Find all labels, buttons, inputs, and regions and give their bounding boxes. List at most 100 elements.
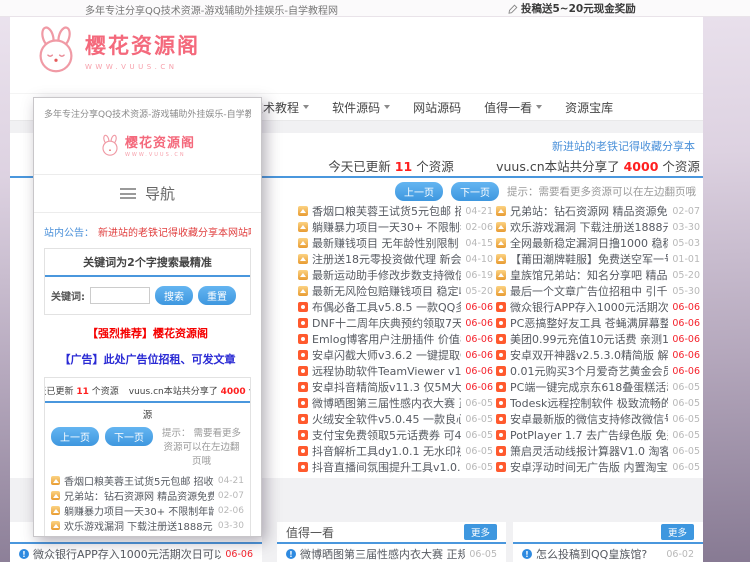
submit-reward-link[interactable]: 投稿送5~20元现金奖励 (508, 1, 636, 16)
list-item[interactable]: 怎么投稿到QQ皇族馆?06-02 (522, 546, 694, 562)
item-title: Emlog博客用户注册插件 价值80元免费分享 (312, 331, 461, 347)
list-item[interactable]: Todesk远程控制软件 极致流畅的远程协助工具06-05 (496, 395, 700, 411)
list-item[interactable]: PC恶搞整好友工具 苍蝇满屏幕整蛊专家 效06-06 (496, 315, 700, 331)
list-item[interactable]: 箫启灵活动线报计算器V1.0 淘客必备的一款软06-05 (496, 443, 700, 459)
nav-item-site-source[interactable]: 网站源码 (413, 99, 461, 116)
list-item[interactable]: 躺赚暴力项目一天30+ 不限制年龄抓紧上车02-06 (298, 219, 493, 235)
list-item[interactable]: 【莆田潮牌鞋服】免费送空军一号匡威1970s 01-01 (496, 251, 700, 267)
popup-promo-recommend[interactable]: 【强烈推荐】樱花资源阁 (44, 325, 251, 341)
popup-promo-ad[interactable]: 【广告】此处广告位招租、可发文章 (44, 351, 251, 367)
list-item[interactable]: 香烟口粮芙蓉王试货5元包邮 招收代理04-21 (298, 203, 493, 219)
list-item[interactable]: 香烟口粮芙蓉王试货5元包邮 招收代理04-21 (51, 473, 244, 488)
keyword-input[interactable] (90, 287, 150, 304)
popup-nav-toggle[interactable]: 导航 (44, 175, 251, 212)
list-item[interactable]: 最新运动助手修改步数支持微信QQ+ZFB步06-19 (298, 267, 493, 283)
item-title: 火绒安全软件v5.0.45 一款良心的国产安全软件 (312, 411, 461, 427)
notice-text: 新进站的老铁记得收藏分享本网站哦！ (98, 224, 251, 239)
popup-stats-line1: 今天已更新 11 个资源 vuus.cn本站共分享了 4000 个资 (45, 378, 250, 403)
list-item[interactable]: 微众银行APP存入1000元活期次日可以获得无门06-06 (19, 546, 253, 562)
list-item[interactable]: DNF十二周年庆典预约领取7天黑钻 回归用户06-06 (298, 315, 493, 331)
nav-item-worth-reading[interactable]: 值得一看 (484, 99, 542, 116)
list-item[interactable]: 支付宝免费领取5元话费券 可45元充值三网5006-05 (298, 427, 493, 443)
list-item[interactable]: 远程协助软件TeamViewer v11 单文件版 方便06-06 (298, 363, 493, 379)
list-item[interactable]: 安卓闪截大师v3.6.2 一键提取QQ好友发的闪照06-06 (298, 347, 493, 363)
pin-icon (51, 506, 60, 515)
list-item[interactable]: PotPlayer 1.7 去广告绿色版 免费全能影音播06-05 (496, 427, 700, 443)
item-date: 06-05 (672, 414, 700, 425)
notice-marquee-link[interactable]: 新进站的老铁记得收藏分享本 (552, 138, 695, 154)
search-button[interactable]: 搜索 (155, 286, 193, 305)
list-item[interactable]: 微博晒图第三届性感内衣大赛 正规美图等你欣赏06-05 (286, 546, 497, 562)
list-item[interactable]: 安卓双开神器v2.5.3.0精简版 解决多账号切换06-06 (496, 347, 700, 363)
list-item[interactable]: 火绒安全软件v5.0.45 一款良心的国产安全软件06-05 (298, 411, 493, 427)
item-title: 躺赚暴力项目一天30+ 不限制年龄抓紧上 (64, 503, 214, 518)
item-title: PC端一键完成京东618叠蛋糕活动任务工具 (510, 379, 668, 395)
prev-page-button[interactable]: 上一页 (51, 427, 99, 446)
chevron-down-icon (536, 105, 542, 109)
item-date: 06-06 (672, 302, 700, 313)
logo-text: 樱花资源阁 WWW.VUUS.CN (85, 30, 200, 71)
popup-site-name: 樱花资源阁 (125, 132, 195, 151)
list-item[interactable]: Emlog博客用户注册插件 价值80元免费分享06-06 (298, 331, 493, 347)
list-item[interactable]: 美团0.99元充值10元话费 亲测10元话费秒到06-06 (496, 331, 700, 347)
popup-logo[interactable]: 樱花资源阁 WWW.VUUS.CN (44, 132, 251, 158)
bottom-card-left-list: 微众银行APP存入1000元活期次日可以获得无门06-06 (10, 544, 262, 562)
item-title: 安卓双开神器v2.5.3.0精简版 解决多账号切换 (510, 347, 668, 363)
more-button[interactable]: 更多 (661, 524, 694, 540)
item-date: 06-06 (672, 318, 700, 329)
item-date: 04-21 (218, 476, 244, 486)
list-item[interactable]: 兄弟站：钻石资源网 精品资源免费分享基02-07 (51, 488, 244, 503)
new-icon (496, 318, 506, 328)
new-icon (298, 414, 308, 424)
new-icon (496, 414, 506, 424)
item-title: 微博晒图第三届性感内衣大赛 正规美图等你欣 (312, 395, 461, 411)
prev-page-button[interactable]: 上一页 (395, 182, 443, 201)
list-item[interactable]: 皇族馆兄弟站：知名分享吧 精品资源分享基地05-20 (496, 267, 700, 283)
item-title: 【莆田潮牌鞋服】免费送空军一号匡威1970s (510, 251, 668, 267)
list-item[interactable]: 安卓最新版的微信支持修改微信号了！ IOS版06-05 (496, 411, 700, 427)
list-item[interactable]: 0.01元购买3个月爱奇艺黄金会员 仅限京东白06-06 (496, 363, 700, 379)
pin-icon (51, 476, 60, 485)
next-page-button[interactable]: 下一页 (105, 427, 153, 446)
item-date: 06-05 (672, 462, 700, 473)
list-item[interactable]: 欢乐游戏漏洞 下载注册送1888元 官方合作03-30 (496, 219, 700, 235)
list-item[interactable]: 布偶必备工具v5.8.5 一款QQ多功能工具软件06-06 (298, 299, 493, 315)
list-item[interactable]: 微博晒图第三届性感内衣大赛 正规美图等你欣06-05 (298, 395, 493, 411)
list-item[interactable]: 最新赚钱项目 无年龄性别限制 稳定日撸300+04-15 (298, 235, 493, 251)
list-item[interactable]: 注册送18元零投资做代理 新会员分红存100004-10 (298, 251, 493, 267)
list-item[interactable]: 安卓浮动时间无广告版 内置淘宝/京东/苏宁/拍06-05 (496, 459, 700, 475)
bottom-card-middle-header: 值得一看 更多 (277, 522, 506, 544)
list-item[interactable]: 兄弟站：钻石资源网 精品资源免费分享基地02-07 (496, 203, 700, 219)
more-button[interactable]: 更多 (464, 524, 497, 540)
list-item[interactable]: 欢乐游戏漏洞 下载注册送1888元 官方合03-30 (51, 518, 244, 533)
new-icon (496, 462, 506, 472)
list-item[interactable]: 抖音解析工具dy1.0.1 无水印视频一键解析软件06-05 (298, 443, 493, 459)
reset-button[interactable]: 重置 (198, 286, 236, 305)
pin-icon (496, 270, 506, 280)
list-item[interactable]: 抖音直播间氛围提升工具v1.0.0 直播间自动发06-05 (298, 459, 493, 475)
list-item[interactable]: 微众银行APP存入1000元活期次日可以获得无06-06 (496, 299, 700, 315)
list-item[interactable]: PC端一键完成京东618叠蛋糕活动任务工具06-05 (496, 379, 700, 395)
item-title: 抖音解析工具dy1.0.1 无水印视频一键解析软件 (312, 443, 461, 459)
new-icon (496, 350, 506, 360)
nav-item-resource-vault[interactable]: 资源宝库 (565, 99, 613, 116)
hamburger-icon (120, 188, 136, 199)
total-prefix: vuus.cn本站共分享了 (496, 159, 620, 174)
site-slogan: 多年专注分享QQ技术资源-游戏辅助外挂娱乐-自学教程网 (85, 2, 338, 17)
popup-logo-text: 樱花资源阁 WWW.VUUS.CN (125, 132, 195, 158)
nav-item-software-source[interactable]: 软件源码 (332, 99, 390, 116)
list-item[interactable]: 全网最新稳定漏洞日撸1000 稳稳稳05-03 (496, 235, 700, 251)
site-logo[interactable]: 樱花资源阁 WWW.VUUS.CN (34, 25, 200, 75)
list-item[interactable]: 最后一个文章广告位招租中 引千万流 聚八方05-30 (496, 283, 700, 299)
list-item[interactable]: 最新赚钱项目 无年龄性别限制 稳定日撸04-15 (51, 533, 244, 537)
pencil-icon (508, 4, 518, 14)
list-item[interactable]: 躺赚暴力项目一天30+ 不限制年龄抓紧上02-06 (51, 503, 244, 518)
popup-total-header: vuus.cn本站共分享了 4000 个资 (129, 384, 250, 397)
list-item[interactable]: 安卓抖音精简版v11.3 仅5M大小 支持账号登录06-06 (298, 379, 493, 395)
item-date: 01-01 (672, 254, 700, 265)
next-page-button[interactable]: 下一页 (451, 182, 499, 201)
popup-site-domain: WWW.VUUS.CN (125, 152, 186, 158)
list-item[interactable]: 最新无风险包赔赚钱项目 稳定收入200-500元05-20 (298, 283, 493, 299)
pagination-tip: 提示： 需要看更多资源可以在左边翻页哦 (159, 427, 244, 468)
new-icon (298, 446, 308, 456)
